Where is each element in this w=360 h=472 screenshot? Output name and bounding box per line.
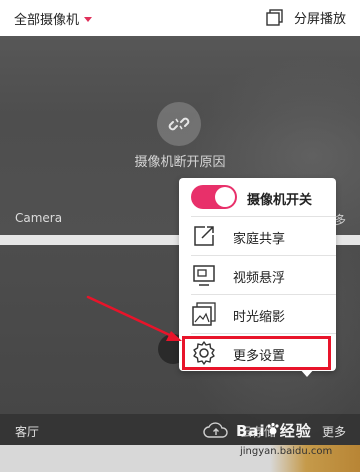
more-button[interactable]: 更多 [322, 423, 346, 440]
split-screen-icon [266, 8, 283, 26]
float-video-icon [193, 265, 215, 286]
menu-item-timelapse[interactable]: 时光缩影 [179, 295, 336, 333]
menu-item-label: 视频悬浮 [233, 271, 286, 286]
timelapse-icon [192, 302, 216, 326]
split-screen-label: 分屏播放 [293, 12, 346, 27]
watermark-suffix: 经验 [279, 422, 312, 440]
menu-item-label: 家庭共享 [233, 232, 286, 247]
menu-item-family-share[interactable]: 家庭共享 [179, 217, 336, 255]
baidu-watermark: Bai 经验 [236, 420, 312, 441]
watermark-url: jingyan.baidu.com [240, 446, 333, 457]
menu-item-label: 摄像机开关 [247, 193, 313, 208]
disconnected-link-icon[interactable] [157, 102, 201, 146]
cloud-upload-icon[interactable] [203, 421, 229, 439]
camera-filter-label: 全部摄像机 [14, 13, 80, 28]
disconnect-reason-link[interactable]: 摄像机断开原因 [0, 151, 360, 170]
share-icon [194, 226, 214, 246]
menu-item-label: 时光缩影 [233, 310, 286, 325]
toggle-knob [215, 187, 235, 207]
split-screen-button[interactable]: 分屏播放 [266, 8, 346, 27]
caret-down-icon [84, 17, 93, 22]
camera-name: Camera [15, 211, 63, 225]
paw-logo-icon [267, 422, 279, 435]
top-bar: 全部摄像机 分屏播放 [0, 0, 360, 36]
watermark-brand: Bai [236, 422, 266, 440]
menu-item-camera-switch[interactable]: 摄像机开关 [179, 178, 336, 216]
highlight-box [182, 336, 331, 370]
camera-filter-dropdown[interactable]: 全部摄像机 [14, 9, 93, 28]
menu-item-video-float[interactable]: 视频悬浮 [179, 256, 336, 294]
camera-name: 客厅 [15, 425, 40, 439]
camera-power-toggle[interactable] [191, 185, 237, 209]
